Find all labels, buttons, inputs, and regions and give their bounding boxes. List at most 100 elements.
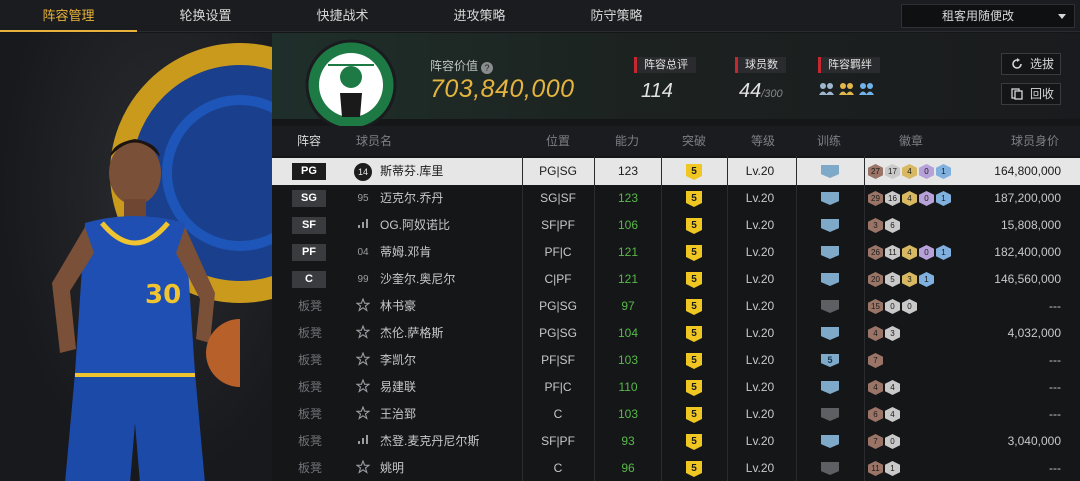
player-name[interactable]: 王治郅 [380, 401, 416, 428]
badge-count-icon: 7 [868, 434, 883, 449]
training-shield-icon[interactable]: 5 [821, 354, 839, 367]
table-row[interactable]: C 99 沙奎尔.奥尼尔 C|PF 121 5 Lv.20 20 5 3 1 146,560,000 [272, 266, 1080, 293]
player-name[interactable]: OG.阿奴诺比 [380, 212, 450, 239]
badge-group[interactable]: 64 [868, 407, 900, 422]
badge-group[interactable]: 7 [868, 353, 883, 368]
badge-group[interactable]: 15 0 0 [868, 299, 917, 314]
table-row[interactable]: 板凳 李凯尔 PF|SF 103 5 Lv.20 5 7 --- [272, 347, 1080, 374]
table-row[interactable]: PG 14 斯蒂芬.库里 PG|SG 123 5 Lv.20 27 17 4 0 1 164,800,0… [272, 158, 1080, 185]
badge-count-icon: 0 [885, 299, 900, 314]
training-shield-icon[interactable] [821, 327, 839, 340]
player-value: --- [1049, 299, 1061, 313]
table-row[interactable]: 板凳 林书豪 PG|SG 97 5 Lv.20 15 0 0 --- [272, 293, 1080, 320]
badge-count-icon: 0 [919, 191, 934, 206]
chevron-down-icon [1058, 14, 1066, 19]
badge-count-icon: 1 [919, 272, 934, 287]
table-row[interactable]: 板凳 易建联 PF|C 110 5 Lv.20 4 4 --- [272, 374, 1080, 401]
recycle-button[interactable]: 回收 [1001, 83, 1061, 105]
player-name[interactable]: 斯蒂芬.库里 [380, 158, 443, 185]
training-shield-icon[interactable] [821, 381, 839, 394]
lineup-slot-chip[interactable]: SG [292, 190, 326, 207]
training-shield-icon[interactable] [821, 246, 839, 259]
col-ability[interactable]: 能力 [615, 126, 639, 156]
lineup-value-label: 阵容价值? [430, 57, 494, 74]
player-name[interactable]: 杰伦.萨格斯 [380, 320, 443, 347]
col-position[interactable]: 位置 [546, 126, 570, 156]
col-badges[interactable]: 徽章 [899, 126, 923, 156]
tab-defense-strategy[interactable]: 防守策略 [548, 0, 685, 32]
badge-count-icon: 4 [902, 164, 917, 179]
badge-group[interactable]: 36 [868, 218, 900, 233]
badge-group[interactable]: 70 [868, 434, 900, 449]
tab-rotation-settings[interactable]: 轮换设置 [137, 0, 274, 32]
table-row[interactable]: 板凳 王治郅 C 103 5 Lv.20 6 4 --- [272, 401, 1080, 428]
table-row[interactable]: 板凳 姚明 C 96 5 Lv.20 11 1 --- [272, 455, 1080, 481]
lineup-dropdown-label: 租客用随便改 [942, 9, 1015, 23]
table-row[interactable]: SG 95 迈克尔.乔丹 SG|SF 123 5 Lv.20 29 16 4 0 1 187,200,0… [272, 185, 1080, 212]
badge-group[interactable]: 11 1 [868, 461, 900, 476]
badge-group[interactable]: 29 16 4 0 1 [868, 191, 951, 206]
select-button[interactable]: 选拔 [1001, 53, 1061, 75]
help-icon[interactable]: ? [481, 62, 494, 74]
col-player-name[interactable]: 球员名 [356, 126, 392, 156]
badge-group[interactable]: 44 [868, 380, 900, 395]
jersey-number: 04 [357, 247, 369, 258]
training-shield-icon[interactable] [821, 273, 839, 286]
col-level[interactable]: 等级 [751, 126, 775, 156]
player-name[interactable]: 杰登.麦克丹尼尔斯 [380, 428, 479, 455]
training-shield-icon[interactable] [821, 435, 839, 448]
table-row[interactable]: 板凳 杰伦.萨格斯 PG|SG 104 5 Lv.20 4 3 4,032,000 [272, 320, 1080, 347]
training-shield-icon[interactable] [821, 462, 839, 475]
badge-group[interactable]: 27 17 4 0 1 [868, 164, 951, 179]
training-shield-icon[interactable] [821, 300, 839, 313]
bond-icons[interactable] [818, 82, 880, 96]
tab-offense-strategy[interactable]: 进攻策略 [411, 0, 548, 32]
player-name[interactable]: 迈克尔.乔丹 [380, 185, 443, 212]
bond-icon [818, 82, 835, 96]
training-shield-icon[interactable] [821, 408, 839, 421]
table-row[interactable]: PF 04 蒂姆.邓肯 PF|C 121 5 Lv.20 26 11 4 0 1 182,400,000 [272, 239, 1080, 266]
player-name[interactable]: 李凯尔 [380, 347, 416, 374]
col-training[interactable]: 训练 [817, 126, 841, 156]
team-logo [305, 39, 397, 131]
badge-count-icon: 27 [868, 164, 883, 179]
badge-group[interactable]: 26 11 4 0 1 [868, 245, 951, 260]
training-shield-icon[interactable] [821, 165, 839, 178]
col-breakthrough[interactable]: 突破 [682, 126, 706, 156]
player-name[interactable]: 沙奎尔.奥尼尔 [380, 266, 455, 293]
badge-count-icon: 5 [885, 272, 900, 287]
badge-group[interactable]: 43 [868, 326, 900, 341]
lineup-slot-chip[interactable]: PF [292, 244, 326, 261]
table-row[interactable]: 板凳 杰登.麦克丹尼尔斯 SF|PF 93 5 Lv.20 7 0 3,040,000 [272, 428, 1080, 455]
badge-count-icon: 4 [868, 380, 883, 395]
training-shield-icon[interactable] [821, 219, 839, 232]
training-shield-icon[interactable] [821, 192, 839, 205]
player-name[interactable]: 蒂姆.邓肯 [380, 239, 431, 266]
recycle-icon [1011, 88, 1023, 100]
player-value: --- [1049, 380, 1061, 394]
lineup-dropdown[interactable]: 租客用随便改 [901, 4, 1075, 28]
tab-quick-tactics[interactable]: 快捷战术 [274, 0, 411, 32]
badge-count-icon: 17 [885, 164, 900, 179]
player-name[interactable]: 林书豪 [380, 293, 416, 320]
tab-lineup-management[interactable]: 阵容管理 [0, 0, 137, 32]
player-name[interactable]: 易建联 [380, 374, 416, 401]
player-value: 3,040,000 [1007, 434, 1061, 448]
badge-count-icon: 7 [868, 353, 883, 368]
lineup-slot-chip[interactable]: SF [292, 217, 326, 234]
player-count-value: 44/300 [739, 80, 783, 102]
badge-count-icon: 29 [868, 191, 883, 206]
table-row[interactable]: SF OG.阿奴诺比 SF|PF 106 5 Lv.20 3 6 15,808,000 [272, 212, 1080, 239]
player-name[interactable]: 姚明 [380, 455, 404, 481]
lineup-slot-chip[interactable]: PG [292, 163, 326, 180]
badge-group[interactable]: 20 5 3 1 [868, 272, 934, 287]
col-lineup[interactable]: 阵容 [297, 126, 321, 156]
badge-count-icon: 0 [919, 245, 934, 260]
signal-bars-icon [354, 217, 372, 235]
stat-label: 阵容羁绊 [818, 57, 880, 73]
lineup-slot-chip[interactable]: C [292, 271, 326, 288]
bench-label: 板凳 [298, 407, 323, 421]
badge-count-icon: 3 [902, 272, 917, 287]
col-player-value[interactable]: 球员身价 [1011, 126, 1059, 156]
player-value: 4,032,000 [1007, 326, 1061, 340]
